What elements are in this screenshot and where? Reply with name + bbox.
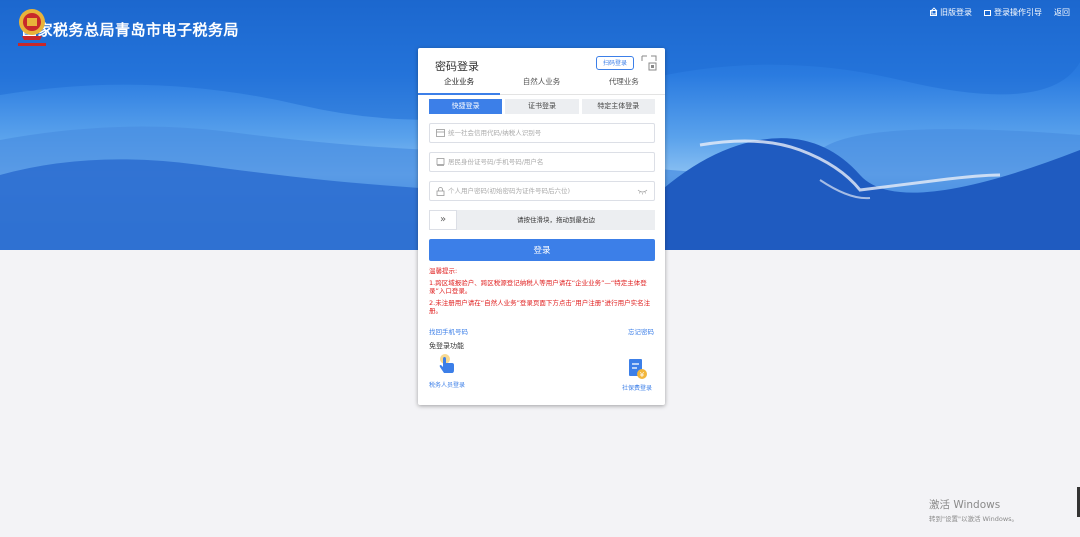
windows-activation-watermark: 激活 Windows 转到"设置"以激活 Windows。 bbox=[929, 497, 1018, 523]
old-version-label: 旧版登录 bbox=[940, 8, 972, 17]
qr-code-icon[interactable] bbox=[640, 54, 658, 72]
subtab-special-entity-login[interactable]: 特定主体登录 bbox=[581, 99, 655, 114]
business-tabs: 企业业务 自然人业务 代理业务 bbox=[418, 75, 665, 95]
tax-staff-login-label: 税务人员登录 bbox=[428, 382, 465, 389]
credit-code-field bbox=[429, 123, 655, 143]
hand-pointer-icon bbox=[439, 354, 454, 373]
site-title: 国家税务总局青岛市电子税务局 bbox=[22, 21, 240, 39]
id-field bbox=[429, 152, 655, 172]
tips-title: 温馨提示: bbox=[429, 267, 458, 275]
svg-text:¥: ¥ bbox=[640, 371, 645, 379]
login-panel: 密码登录 扫码登录 企业业务 自然人业务 代理业务 快捷登录 证书登录 特定主体… bbox=[418, 48, 665, 405]
slider-text: 请按住滑块，拖动到最右边 bbox=[517, 216, 595, 224]
login-guide-link[interactable]: 登录操作引导 bbox=[984, 7, 1042, 18]
retrieve-phone-link[interactable]: 找回手机号码 bbox=[429, 326, 468, 336]
slider-handle[interactable]: » bbox=[429, 210, 457, 230]
subtab-quick-login[interactable]: 快捷登录 bbox=[429, 99, 503, 114]
no-login-title: 免登录功能 bbox=[429, 342, 464, 350]
id-card-icon bbox=[436, 129, 445, 137]
guide-book-icon bbox=[984, 9, 991, 16]
top-nav: 旧版登录 登录操作引导 返回 bbox=[930, 7, 1070, 18]
social-security-login[interactable]: ¥ 社保费登录 bbox=[618, 358, 656, 392]
slide-captcha: » 请按住滑块，拖动到最右边 bbox=[429, 210, 655, 230]
login-title: 密码登录 bbox=[435, 60, 479, 73]
eye-closed-icon[interactable] bbox=[637, 188, 648, 195]
double-chevron-right-icon: » bbox=[439, 214, 447, 225]
password-input[interactable] bbox=[448, 187, 628, 195]
subtab-certificate-login[interactable]: 证书登录 bbox=[505, 99, 579, 114]
phone-icon bbox=[436, 158, 445, 166]
tax-emblem-icon bbox=[18, 9, 46, 46]
back-label: 返回 bbox=[1054, 8, 1070, 17]
login-guide-label: 登录操作引导 bbox=[994, 8, 1042, 17]
id-input[interactable] bbox=[448, 158, 628, 166]
tab-enterprise[interactable]: 企业业务 bbox=[418, 75, 501, 95]
tip-1: 1.跨区域报验户、跨区税源登记纳税人等用户请在“企业业务”—“特定主体登录”入口… bbox=[429, 279, 647, 295]
tip-2: 2.未注册用户请在“自然人业务”登录页面下方点击“用户注册”进行用户实名注册。 bbox=[429, 299, 651, 315]
tab-agent[interactable]: 代理业务 bbox=[583, 75, 665, 94]
tab-individual[interactable]: 自然人业务 bbox=[500, 75, 582, 94]
brand: 国家税务总局青岛市电子税务局 bbox=[14, 6, 240, 46]
social-security-login-label: 社保费登录 bbox=[621, 385, 652, 392]
forgot-password-link[interactable]: 忘记密码 bbox=[628, 326, 654, 336]
scan-login-button[interactable]: 扫码登录 bbox=[596, 56, 634, 70]
password-field bbox=[429, 181, 655, 201]
credit-code-input[interactable] bbox=[448, 129, 628, 137]
tax-staff-login[interactable]: 税务人员登录 bbox=[427, 353, 467, 389]
login-button[interactable]: 登录 bbox=[429, 239, 655, 261]
login-method-tabs: 快捷登录 证书登录 特定主体登录 bbox=[429, 99, 655, 114]
home-icon bbox=[930, 7, 938, 15]
lock-icon bbox=[436, 186, 445, 196]
back-link[interactable]: 返回 bbox=[930, 7, 1070, 18]
watermark-line-1: 激活 Windows bbox=[929, 499, 1001, 511]
watermark-line-2: 转到"设置"以激活 Windows。 bbox=[929, 515, 1019, 523]
social-security-icon: ¥ bbox=[629, 359, 647, 379]
